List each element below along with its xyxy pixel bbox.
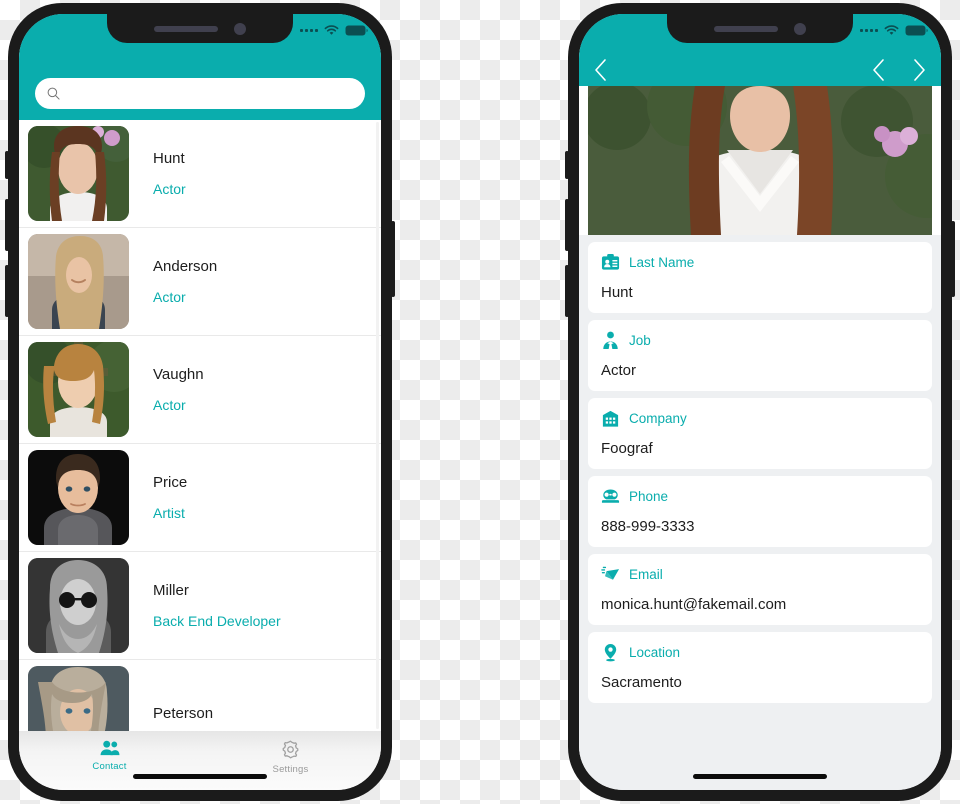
wifi-icon: [324, 24, 339, 35]
contact-hero-photo: [588, 86, 932, 235]
contact-row[interactable]: Vaughn Actor: [19, 336, 381, 444]
wifi-icon: [884, 24, 899, 35]
previous-contact-button[interactable]: [871, 58, 886, 82]
field-value: Hunt: [601, 284, 633, 301]
phone-left: Hunt Actor Anderson Actor Vaughn Actor P…: [5, 3, 395, 801]
home-indicator-left[interactable]: [133, 774, 267, 779]
front-camera: [794, 22, 806, 35]
power-button[interactable]: [391, 221, 395, 297]
tab-contact-label: Contact: [92, 761, 127, 772]
avatar: [28, 126, 129, 221]
detail-card[interactable]: Email monica.hunt@fakemail.com: [588, 554, 932, 625]
back-button[interactable]: [593, 58, 608, 82]
phone-right: Last Name Hunt Job Actor Company Foograf…: [565, 3, 955, 801]
detail-card[interactable]: Location Sacramento: [588, 632, 932, 703]
contacts-icon: [100, 740, 119, 756]
building-icon: [601, 409, 620, 428]
home-indicator-right[interactable]: [693, 774, 827, 779]
contact-detail-panel[interactable]: Last Name Hunt Job Actor Company Foograf…: [579, 235, 941, 790]
contact-job: Actor: [153, 397, 186, 413]
detail-card[interactable]: Phone 888-999-3333: [588, 476, 932, 547]
field-label: Email: [629, 567, 663, 582]
search-bar[interactable]: [35, 78, 365, 109]
avatar: [28, 342, 129, 437]
volume-down-button[interactable]: [565, 265, 569, 317]
avatar: [28, 234, 129, 329]
volume-up-button[interactable]: [565, 199, 569, 251]
contact-row[interactable]: Price Artist: [19, 444, 381, 552]
contact-job: Actor: [153, 181, 186, 197]
person-tie-icon: [601, 331, 620, 350]
field-value: Foograf: [601, 440, 653, 457]
contact-name: Miller: [153, 582, 189, 599]
front-camera: [234, 22, 246, 35]
screen-contact-list: Hunt Actor Anderson Actor Vaughn Actor P…: [19, 14, 381, 790]
field-label: Last Name: [629, 255, 695, 270]
gear-icon: [282, 740, 299, 759]
contact-row[interactable]: Miller Back End Developer: [19, 552, 381, 660]
screen-contact-detail: Last Name Hunt Job Actor Company Foograf…: [579, 14, 941, 790]
speaker-grille: [714, 25, 778, 32]
power-button[interactable]: [951, 221, 955, 297]
notch-left: [107, 14, 293, 43]
contact-row[interactable]: Anderson Actor: [19, 228, 381, 336]
field-value: Sacramento: [601, 674, 682, 691]
contact-name: Hunt: [153, 150, 185, 167]
contact-job: Back End Developer: [153, 613, 281, 629]
field-value: monica.hunt@fakemail.com: [601, 596, 787, 613]
field-value: Actor: [601, 362, 637, 379]
contact-name: Peterson: [153, 705, 214, 722]
list-scrollbar[interactable]: [376, 122, 379, 729]
notch-right: [667, 14, 853, 43]
envelope-icon: [601, 565, 620, 584]
contact-row[interactable]: Peterson: [19, 660, 381, 731]
avatar: [28, 666, 129, 731]
field-label: Phone: [629, 489, 669, 504]
map-pin-icon: [601, 643, 620, 662]
silent-switch[interactable]: [565, 151, 569, 179]
id-badge-icon: [601, 253, 620, 272]
contact-name: Anderson: [153, 258, 218, 275]
search-icon: [47, 87, 60, 100]
signal-dots-icon: [300, 28, 318, 32]
battery-icon: [905, 25, 928, 35]
avatar: [28, 558, 129, 653]
contact-job: Actor: [153, 289, 186, 305]
contact-job: Artist: [153, 505, 185, 521]
tab-settings[interactable]: Settings: [200, 740, 381, 775]
tab-contact[interactable]: Contact: [19, 740, 200, 772]
field-label: Location: [629, 645, 681, 660]
field-label: Company: [629, 411, 687, 426]
signal-dots-icon: [860, 28, 878, 32]
bottom-tab-bar: Contact Settings: [19, 731, 381, 790]
phone-icon: [601, 487, 620, 506]
detail-card[interactable]: Company Foograf: [588, 398, 932, 469]
volume-down-button[interactable]: [5, 265, 9, 317]
volume-up-button[interactable]: [5, 199, 9, 251]
contact-list[interactable]: Hunt Actor Anderson Actor Vaughn Actor P…: [19, 120, 381, 731]
detail-card[interactable]: Job Actor: [588, 320, 932, 391]
detail-card[interactable]: Last Name Hunt: [588, 242, 932, 313]
contact-row[interactable]: Hunt Actor: [19, 120, 381, 228]
next-contact-button[interactable]: [912, 58, 927, 82]
field-value: 888-999-3333: [601, 518, 695, 535]
speaker-grille: [154, 25, 218, 32]
silent-switch[interactable]: [5, 151, 9, 179]
avatar: [28, 450, 129, 545]
contact-name: Price: [153, 474, 188, 491]
field-label: Job: [629, 333, 651, 348]
search-input[interactable]: [67, 85, 353, 102]
tab-settings-label: Settings: [272, 764, 309, 775]
contact-name: Vaughn: [153, 366, 204, 383]
battery-icon: [345, 25, 368, 35]
